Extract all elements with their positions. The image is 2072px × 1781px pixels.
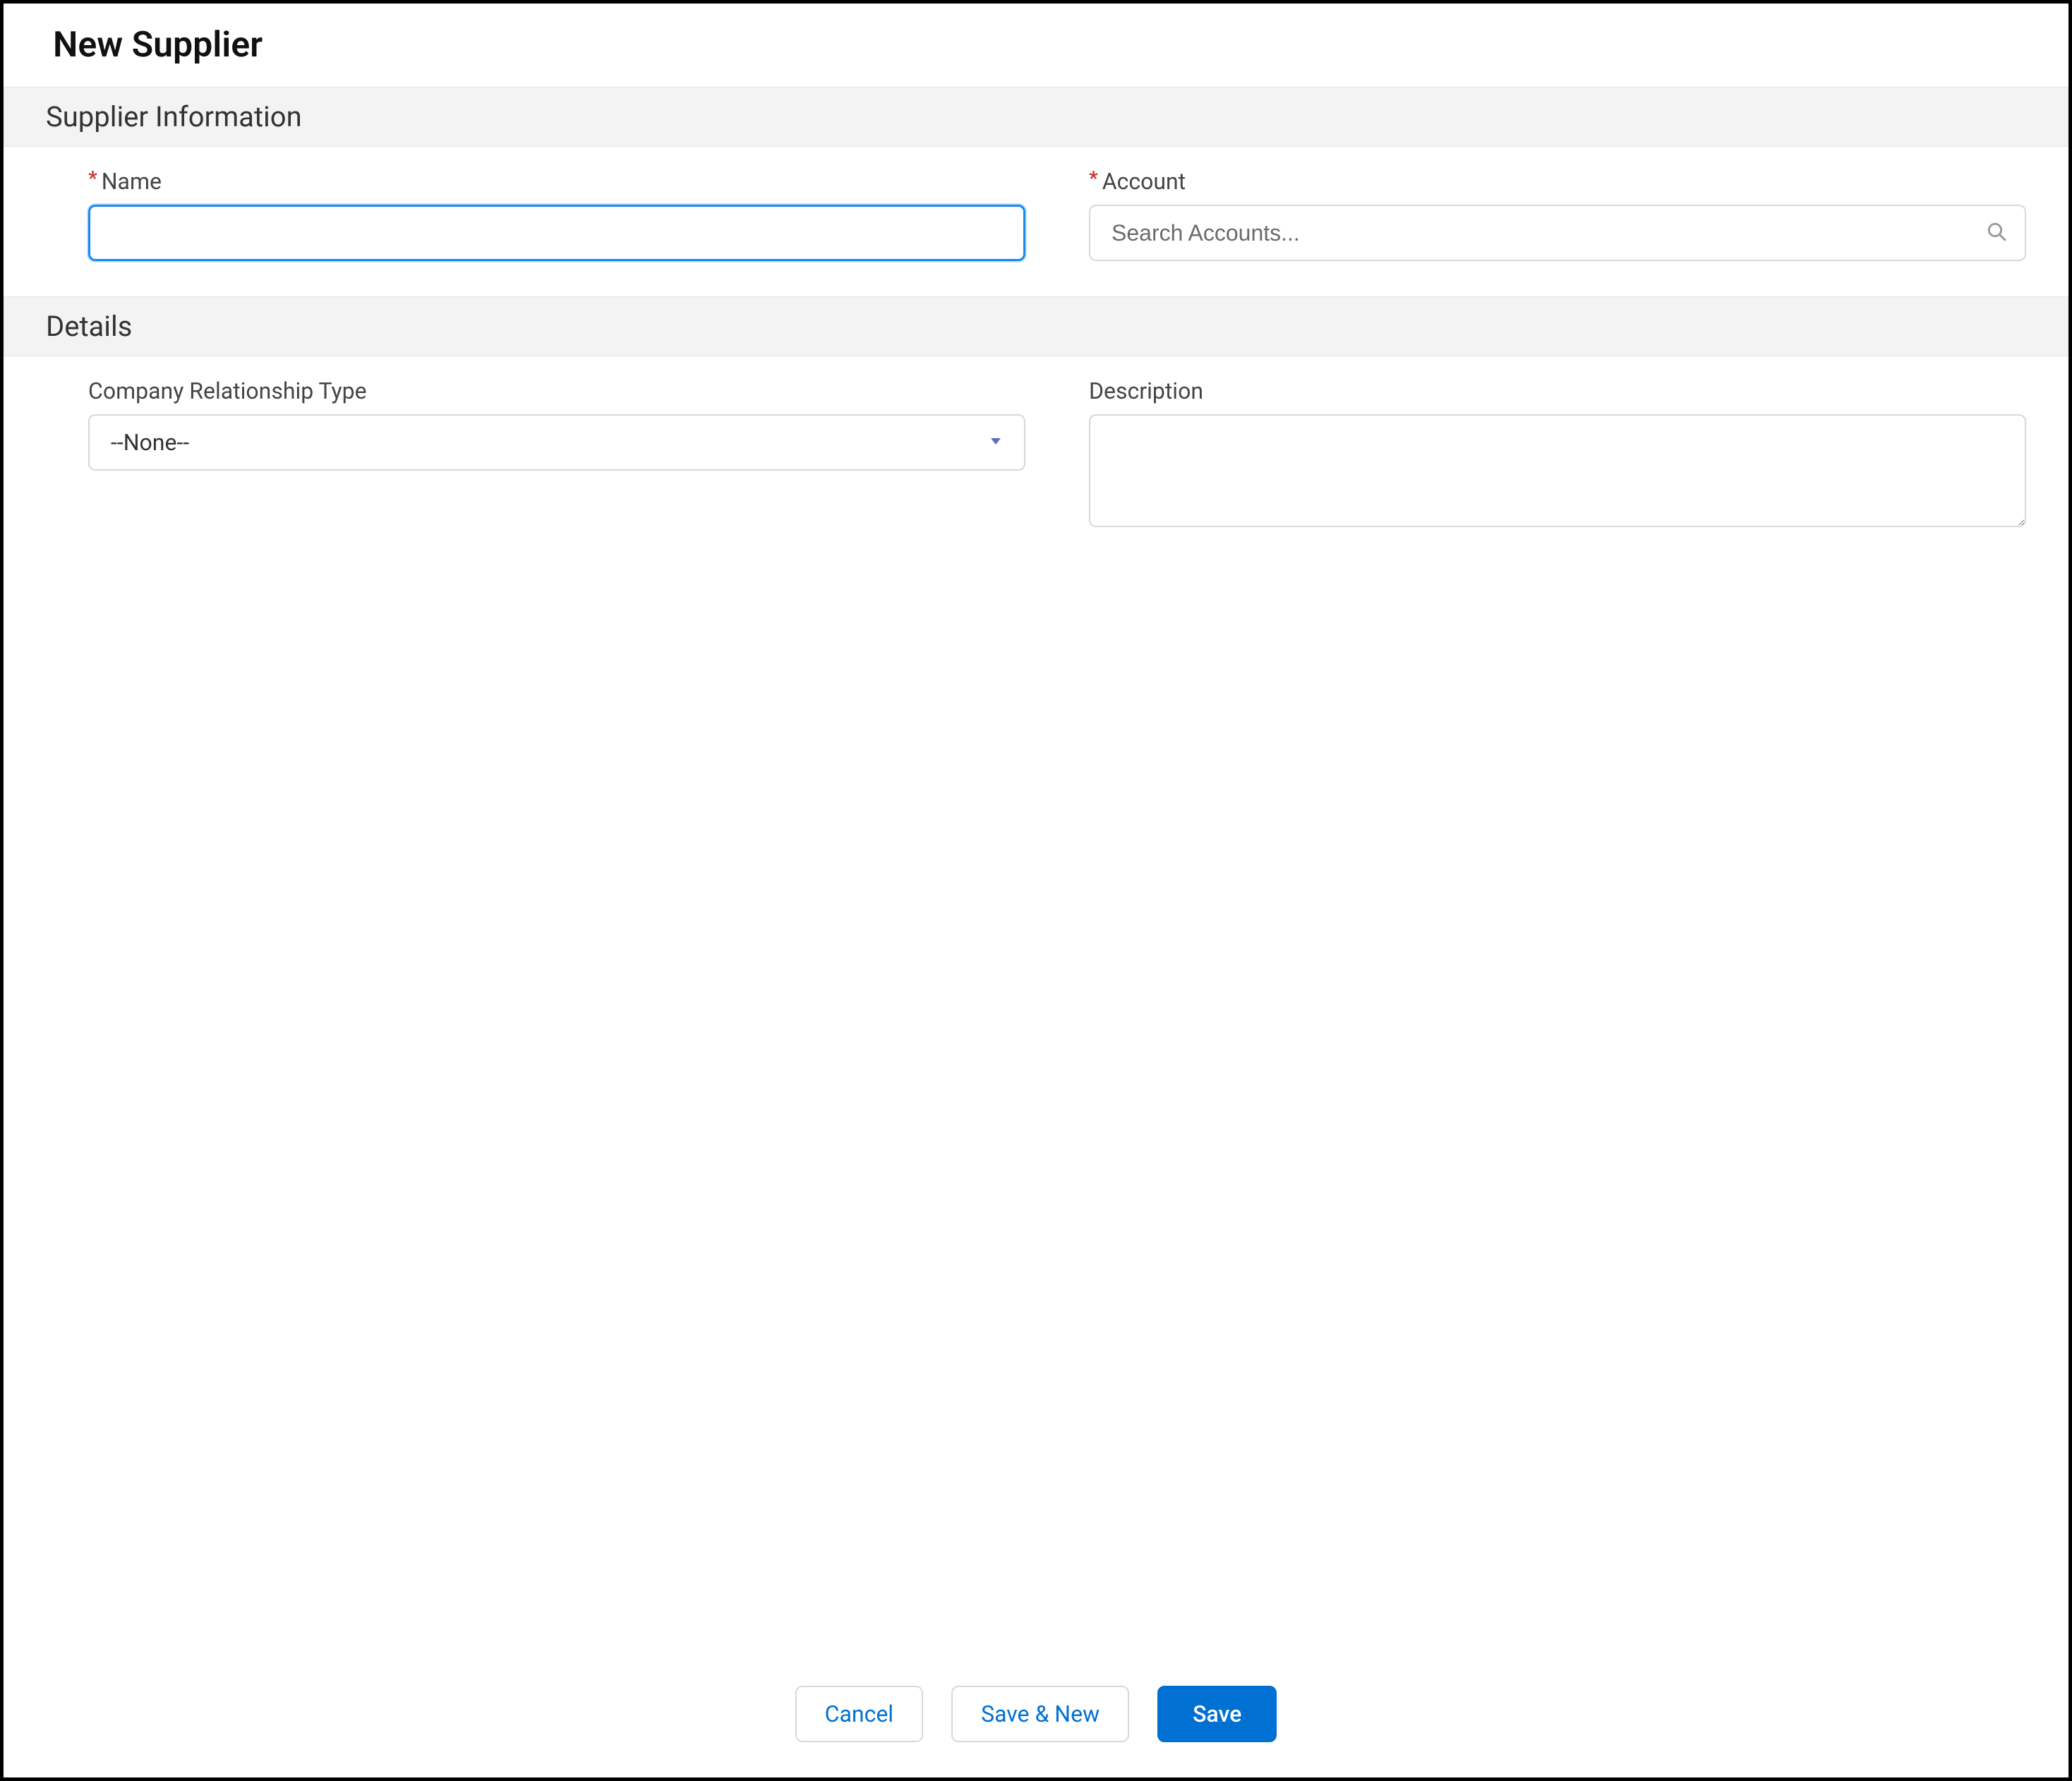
save-and-new-button[interactable]: Save & New [951,1686,1129,1742]
required-asterisk-icon: * [1089,169,1098,188]
description-label: Description [1089,378,2026,404]
account-label-text: Account [1102,168,1186,195]
name-field-label: * Name [88,168,1025,195]
save-button[interactable]: Save [1157,1686,1277,1742]
relationship-type-label: Company Relationship Type [88,378,1025,404]
modal-footer: Cancel Save & New Save [4,1665,2068,1777]
name-input[interactable] [88,205,1025,261]
section-header-details: Details [4,296,2068,356]
account-lookup-input[interactable] [1089,205,2026,261]
section-body-details: Company Relationship Type --None-- Descr… [4,356,2068,562]
relationship-type-select[interactable]: --None-- [88,414,1025,471]
account-field-label: * Account [1089,168,2026,195]
relationship-type-selected-value: --None-- [111,429,189,456]
section-body-supplier-info: * Name * Account [4,147,2068,296]
name-label-text: Name [102,168,162,195]
page-title: New Supplier [4,4,2068,87]
section-header-supplier-info: Supplier Information [4,87,2068,147]
new-supplier-modal: New Supplier Supplier Information * Name… [0,0,2072,1781]
required-asterisk-icon: * [88,169,97,188]
description-textarea[interactable] [1089,414,2026,527]
cancel-button[interactable]: Cancel [795,1686,923,1742]
